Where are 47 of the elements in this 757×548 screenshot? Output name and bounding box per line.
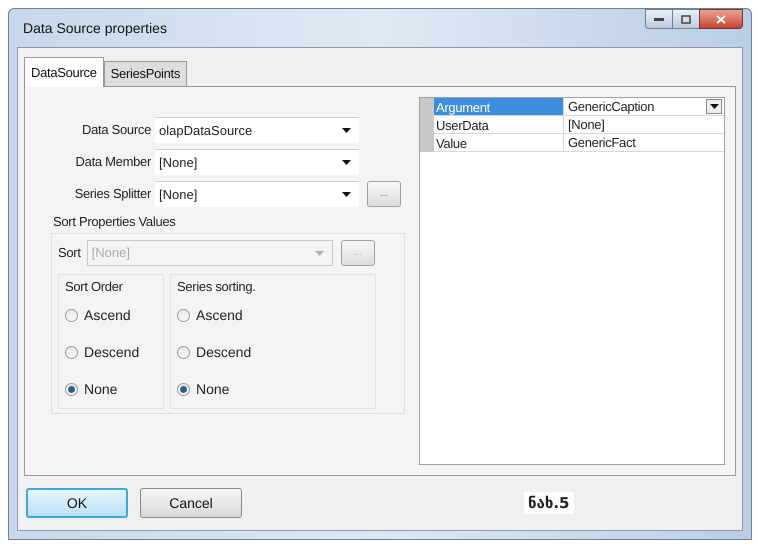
group-title: Series sorting. — [177, 278, 257, 296]
close-icon — [716, 14, 726, 24]
field-label: Series Splitter — [74, 185, 151, 204]
radio-label: Descend — [196, 342, 252, 362]
figure-caption: ნახ.5 — [524, 492, 574, 514]
field-label: Data Member — [74, 153, 151, 172]
close-button[interactable] — [699, 9, 743, 29]
property-value: GenericCaption — [568, 98, 654, 116]
property-name[interactable]: UserData — [434, 116, 564, 134]
field-label: Data Source — [81, 121, 151, 140]
dialog-button[interactable]: OK — [26, 488, 128, 518]
tab[interactable]: SeriesPoints — [104, 61, 188, 86]
radio-button[interactable] — [65, 382, 78, 396]
property-value: [None] — [568, 116, 605, 134]
maximize-button[interactable] — [673, 9, 699, 29]
radio-button[interactable] — [177, 308, 190, 322]
dialog-button[interactable]: Cancel — [140, 488, 242, 518]
section-title: Sort Properties Values — [52, 213, 176, 232]
dropdown-arrow-icon — [342, 192, 351, 197]
row-header-column — [420, 98, 434, 152]
radio-button[interactable] — [65, 308, 78, 322]
radio-label: Ascend — [84, 306, 131, 324]
dropdown-arrow-icon — [314, 250, 324, 256]
radio-button[interactable] — [177, 346, 190, 358]
window-title: Data Source properties — [22, 18, 167, 38]
radio-label: None — [196, 380, 230, 398]
property-name[interactable]: Value — [434, 134, 564, 152]
tab[interactable]: DataSource — [24, 57, 104, 87]
radio-label: None — [84, 380, 118, 398]
dropdown-button[interactable] — [706, 99, 722, 114]
dropdown-arrow-icon — [710, 104, 718, 109]
property-value: GenericFact — [568, 134, 636, 152]
radio-label: Ascend — [196, 306, 243, 324]
field-label: Sort — [58, 244, 81, 262]
minimize-icon — [654, 18, 664, 20]
browse-button[interactable]: ... — [367, 181, 401, 207]
dropdown-arrow-icon — [342, 160, 351, 165]
radio-button[interactable] — [65, 346, 78, 358]
maximize-icon — [681, 14, 691, 24]
minimize-button[interactable] — [645, 9, 673, 29]
radio-button[interactable] — [177, 382, 190, 396]
combo-box[interactable]: olapDataSource — [155, 117, 359, 143]
combo-box[interactable]: [None] — [155, 149, 359, 175]
group-title: Sort Order — [65, 278, 124, 296]
dropdown-arrow-icon — [342, 128, 351, 133]
combo-box[interactable]: [None] — [155, 181, 359, 207]
radio-label: Descend — [84, 342, 140, 362]
